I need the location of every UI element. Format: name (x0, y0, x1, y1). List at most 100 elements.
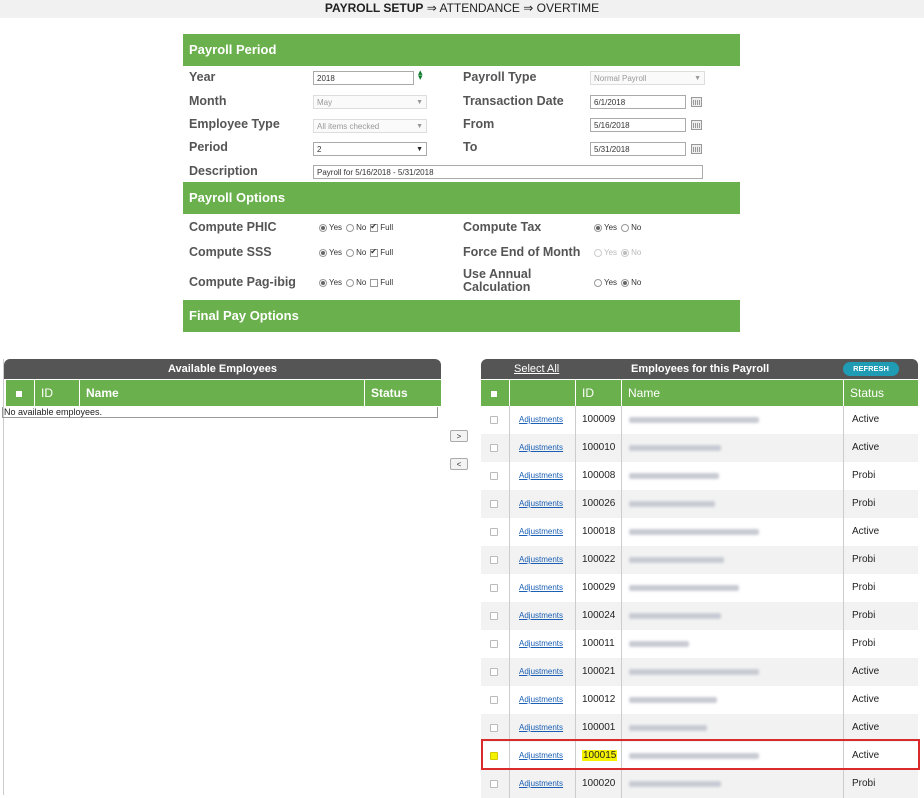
table-row[interactable]: Adjustments 100009 Active (481, 406, 918, 434)
row-checkbox[interactable] (490, 500, 498, 508)
adjustments-link[interactable]: Adjustments (510, 555, 563, 564)
employee-type-label: Employee Type (189, 117, 280, 131)
table-row[interactable]: Adjustments 100020 Probi (481, 770, 918, 798)
compute-tax-yes-radio[interactable] (594, 223, 602, 232)
row-checkbox[interactable] (490, 416, 498, 424)
move-right-button[interactable]: > (450, 430, 468, 442)
year-value: 2018 (317, 74, 335, 83)
row-checkbox[interactable] (490, 556, 498, 564)
adjustments-link[interactable]: Adjustments (510, 471, 563, 480)
table-row[interactable]: Adjustments 100008 Probi (481, 462, 918, 490)
available-col-id[interactable]: ID (35, 380, 80, 406)
use-annual-calc-no-radio[interactable] (621, 278, 630, 287)
table-row[interactable]: Adjustments 100010 Active (481, 434, 918, 462)
calendar-icon[interactable] (691, 120, 702, 130)
adjustments-link[interactable]: Adjustments (510, 611, 563, 620)
row-checkbox[interactable] (490, 528, 498, 536)
table-row[interactable]: Adjustments 100021 Active (481, 658, 918, 686)
payroll-col-name[interactable]: Name (622, 380, 844, 406)
compute-phic-no-radio[interactable] (346, 223, 355, 232)
adjustments-link[interactable]: Adjustments (510, 695, 563, 704)
employee-status: Active (852, 414, 880, 425)
row-id-cell: 100018 (576, 518, 622, 546)
yes-label: Yes (329, 248, 343, 257)
table-row[interactable]: Adjustments 100012 Active (481, 686, 918, 714)
row-checkbox[interactable] (490, 472, 498, 480)
move-left-button[interactable]: < (450, 458, 468, 470)
payroll-col-status[interactable]: Status (844, 380, 918, 406)
period-select[interactable]: 2 ▼ (313, 142, 427, 156)
row-status-cell: Active (844, 518, 918, 546)
payroll-select-all-checkbox[interactable] (481, 380, 510, 406)
compute-sss-yes-radio[interactable] (319, 248, 327, 257)
compute-sss-label: Compute SSS (189, 245, 272, 259)
compute-phic-yes-radio[interactable] (319, 223, 327, 232)
year-spinner-icon[interactable]: ▴ ▾ (418, 68, 423, 82)
row-checkbox[interactable] (490, 640, 498, 648)
employee-id: 100001 (582, 722, 616, 733)
row-checkbox-cell (481, 462, 510, 490)
transaction-date-input[interactable]: 6/1/2018 (590, 95, 686, 109)
row-checkbox[interactable] (490, 780, 498, 788)
compute-pagibig-full-checkbox[interactable] (370, 278, 379, 287)
adjustments-link[interactable]: Adjustments (510, 527, 563, 536)
payroll-type-select[interactable]: Normal Payroll ▼ (590, 71, 705, 85)
employee-id: 100018 (582, 526, 616, 537)
employee-status: Probi (852, 498, 876, 509)
row-checkbox[interactable] (490, 696, 498, 704)
adjustments-link[interactable]: Adjustments (510, 639, 563, 648)
compute-pagibig-yes-radio[interactable] (319, 278, 327, 287)
table-row[interactable]: Adjustments 100026 Probi (481, 490, 918, 518)
table-row[interactable]: Adjustments 100029 Probi (481, 574, 918, 602)
row-adjustments-cell: Adjustments (510, 574, 576, 602)
row-checkbox[interactable] (490, 444, 498, 452)
available-col-status[interactable]: Status (365, 380, 441, 406)
use-annual-calc-yes-radio[interactable] (594, 278, 602, 287)
from-date-input[interactable]: 5/16/2018 (590, 118, 686, 132)
adjustments-link[interactable]: Adjustments (510, 779, 563, 788)
calendar-icon[interactable] (691, 97, 702, 107)
row-checkbox[interactable] (490, 584, 498, 592)
adjustments-link[interactable]: Adjustments (510, 499, 563, 508)
table-row[interactable]: Adjustments 100018 Active (481, 518, 918, 546)
available-select-all-checkbox[interactable] (6, 380, 35, 406)
compute-phic-full-checkbox[interactable] (370, 222, 379, 232)
refresh-button[interactable]: REFRESH (843, 362, 899, 376)
table-row[interactable]: Adjustments 100001 Active (481, 714, 918, 742)
year-input[interactable]: 2018 (313, 71, 414, 85)
row-checkbox[interactable] (490, 668, 498, 676)
description-input[interactable]: Payroll for 5/16/2018 - 5/31/2018 (313, 165, 703, 179)
employee-id: 100010 (582, 442, 616, 453)
month-select[interactable]: May ▼ (313, 95, 427, 109)
table-row[interactable]: Adjustments 100011 Probi (481, 630, 918, 658)
calendar-icon[interactable] (691, 144, 702, 154)
row-checkbox[interactable] (490, 612, 498, 620)
payroll-col-id[interactable]: ID (576, 380, 622, 406)
row-checkbox[interactable] (490, 724, 498, 732)
compute-sss-no-radio[interactable] (346, 248, 355, 257)
force-end-month-yes-radio[interactable] (594, 248, 602, 257)
compute-sss-full-checkbox[interactable] (370, 247, 379, 257)
row-adjustments-cell: Adjustments (510, 714, 576, 742)
row-adjustments-cell: Adjustments (510, 630, 576, 658)
available-col-name[interactable]: Name (80, 380, 365, 406)
row-name-cell (622, 490, 844, 518)
adjustments-link[interactable]: Adjustments (510, 415, 563, 424)
row-name-cell (622, 686, 844, 714)
table-row[interactable]: Adjustments 100024 Probi (481, 602, 918, 630)
adjustments-link[interactable]: Adjustments (510, 667, 563, 676)
row-adjustments-cell: Adjustments (510, 462, 576, 490)
adjustments-link[interactable]: Adjustments (510, 583, 563, 592)
compute-tax-no-radio[interactable] (621, 223, 630, 232)
employee-status: Probi (852, 610, 876, 621)
to-date-input[interactable]: 5/31/2018 (590, 142, 686, 156)
employee-type-select[interactable]: All items checked ▼ (313, 119, 427, 133)
compute-pagibig-no-radio[interactable] (346, 278, 355, 287)
table-row[interactable]: Adjustments 100022 Probi (481, 546, 918, 574)
final-pay-options-header[interactable]: Final Pay Options (183, 300, 740, 332)
adjustments-link[interactable]: Adjustments (510, 723, 563, 732)
select-all-link[interactable]: Select All (514, 359, 559, 379)
adjustments-link[interactable]: Adjustments (510, 443, 563, 452)
row-status-cell: Probi (844, 602, 918, 630)
force-end-month-no-radio[interactable] (621, 248, 630, 257)
